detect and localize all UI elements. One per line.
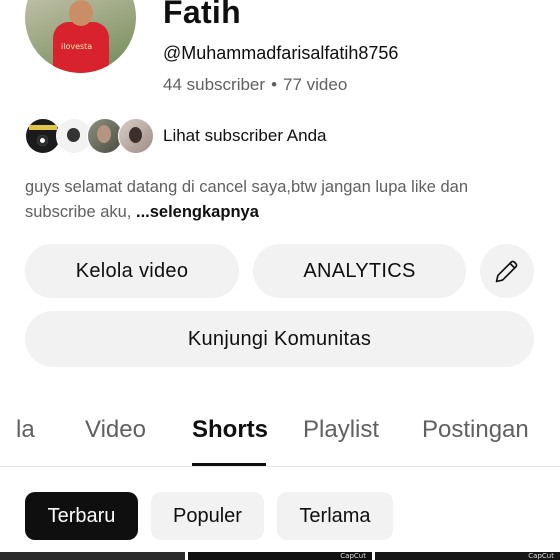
subscriber-avatar	[118, 118, 154, 154]
description-more-link[interactable]: ...selengkapnya	[136, 203, 259, 221]
pencil-icon	[495, 260, 518, 283]
channel-stats: 44 subscriber • 77 video	[163, 75, 347, 95]
channel-name: Fatih	[163, 0, 241, 30]
edit-channel-button[interactable]	[480, 244, 534, 298]
tab-playlist[interactable]: Playlist	[303, 416, 379, 444]
filter-chip-latest[interactable]: Terbaru	[25, 492, 138, 540]
tabs-divider	[0, 466, 560, 467]
tab-posts[interactable]: Postingan	[422, 416, 529, 444]
visit-community-button[interactable]: Kunjungi Komunitas	[25, 311, 534, 367]
manage-videos-button[interactable]: Kelola video	[25, 244, 239, 298]
channel-avatar[interactable]: ilovesta	[25, 0, 136, 73]
analytics-button[interactable]: ANALYTICS	[253, 244, 466, 298]
short-thumbnail[interactable]: CapCut	[375, 552, 560, 560]
see-subscribers-link[interactable]: Lihat subscriber Anda	[163, 126, 327, 146]
tab-shorts[interactable]: Shorts	[192, 416, 268, 444]
channel-tabs: la Video Shorts Playlist Postingan	[0, 404, 560, 466]
subscriber-count: 44 subscriber	[163, 75, 266, 94]
short-thumbnail[interactable]: CapCut	[188, 552, 372, 560]
avatar-head	[69, 0, 93, 26]
video-count: 77 video	[283, 75, 348, 94]
tab-video[interactable]: Video	[85, 416, 146, 444]
short-thumbnail[interactable]	[0, 552, 185, 560]
tab-partial[interactable]: la	[16, 416, 35, 444]
channel-handle: @Muhammadfarisalfatih8756	[163, 43, 399, 63]
filter-chip-popular[interactable]: Populer	[151, 492, 264, 540]
thumbnail-tag: CapCut	[528, 552, 554, 560]
avatar-jersey-text: ilovesta	[61, 42, 93, 51]
thumbnail-tag: CapCut	[340, 552, 366, 560]
channel-description[interactable]: guys selamat datang di cancel saya,btw j…	[25, 175, 540, 225]
stats-separator: •	[271, 75, 278, 94]
filter-chip-oldest[interactable]: Terlama	[277, 492, 393, 540]
subscriber-avatars[interactable]	[25, 118, 154, 154]
